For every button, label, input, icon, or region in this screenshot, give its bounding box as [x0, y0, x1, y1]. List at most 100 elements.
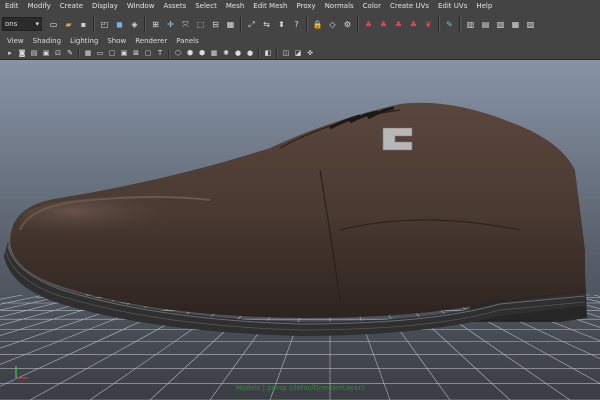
wireframe-icon[interactable]: ⬡ — [174, 49, 183, 58]
panel-menu-shading[interactable]: Shading — [30, 37, 67, 45]
render-settings-icon[interactable]: ♣ — [362, 18, 375, 31]
grid-toggle-icon[interactable]: ▦ — [84, 49, 93, 58]
make-live-icon[interactable]: ⊟ — [209, 18, 222, 31]
attribute-editor-icon[interactable]: ✎ — [443, 18, 456, 31]
menu-create[interactable]: Create — [55, 0, 87, 13]
smooth-shade-icon[interactable]: ⬢ — [186, 49, 195, 58]
panel-menu-view[interactable]: View — [4, 37, 30, 45]
xray-joints-icon[interactable]: ◪ — [294, 49, 303, 58]
menu-modify[interactable]: Modify — [23, 0, 55, 13]
help-line-icon[interactable]: ? — [290, 18, 303, 31]
bookmarks-icon[interactable]: ▤ — [30, 49, 39, 58]
isolate-select-icon[interactable]: ◧ — [264, 49, 273, 58]
new-scene-icon[interactable]: ▭ — [47, 18, 60, 31]
xray-components-icon[interactable]: ✜ — [306, 49, 315, 58]
menu-assets[interactable]: Assets — [158, 0, 190, 13]
status-line-toolbar: ons ▾ ▭ ▰ ▪ ◰ ◼ ◈ ⊞ ✛ ⤧ ⬚ ⊟ ▦ ⤢ ⇆ ⬍? 🔒 ◇ ⚙ ♣ ♣ ♣ ♣ ❦ ✎ ▥ ▤ ▧ ▦ ▨ — [0, 13, 600, 35]
axis-gizmo — [10, 362, 34, 384]
save-scene-icon[interactable]: ▪ — [77, 18, 90, 31]
two-d-pan-zoom-icon[interactable]: ⊡ — [54, 49, 63, 58]
menu-set-value: ons — [5, 20, 18, 28]
z-axis-icon — [11, 377, 17, 383]
toolbar-separator — [276, 48, 278, 58]
tool-settings-icon[interactable]: ▧ — [494, 18, 507, 31]
render-globals-icon[interactable]: ❦ — [422, 18, 435, 31]
gate-mask-icon[interactable]: ▣ — [120, 49, 129, 58]
use-all-lights-icon[interactable]: ✺ — [222, 49, 231, 58]
toolbar-icon-group: ▭ ▰ ▪ ◰ ◼ ◈ ⊞ ✛ ⤧ ⬚ ⊟ ▦ ⤢ ⇆ ⬍? 🔒 ◇ ⚙ ♣ ♣ ♣ ♣ ❦ ✎ ▥ ▤ ▧ ▦ ▨ — [46, 16, 538, 32]
menu-set-select[interactable]: ons ▾ — [2, 17, 42, 31]
select-by-component-icon[interactable]: ◈ — [128, 18, 141, 31]
menu-create-uvs[interactable]: Create UVs — [385, 0, 433, 13]
safe-action-icon[interactable]: ▢ — [144, 49, 153, 58]
safe-title-icon[interactable]: T — [156, 49, 165, 58]
film-gate-icon[interactable]: ▭ — [96, 49, 105, 58]
main-menu-bar: Edit Modify Create Display Window Assets Selec… — [0, 0, 600, 13]
toolbar-separator — [258, 48, 260, 58]
camera-select-icon[interactable]: ▸ — [6, 49, 15, 58]
toolbar-separator — [78, 48, 80, 58]
modeling-toolkit-icon[interactable]: ▨ — [524, 18, 537, 31]
panel-menu-bar: View Shading Lighting Show Renderer Panels — [0, 35, 600, 47]
ipr-render-icon[interactable]: ⚙ — [341, 18, 354, 31]
menu-color[interactable]: Color — [358, 0, 385, 13]
panel-toolbar: ▸ ◙ ▤ ▣ ⊡ ✎ ▦ ▭ ▢ ▣ ⊠ ▢ T ⬡ ⬢ ⬢ ▦ ✺ ● ● ◧ ◫ ◪ ✜ — [0, 47, 600, 60]
wireframe-on-shaded-icon[interactable]: ⬢ — [198, 49, 207, 58]
shadows-icon[interactable]: ● — [234, 49, 243, 58]
toolbar-separator — [93, 16, 95, 32]
ambient-occlusion-icon[interactable]: ● — [246, 49, 255, 58]
panel-menu-panels[interactable]: Panels — [173, 37, 205, 45]
select-by-object-icon[interactable]: ◼ — [113, 18, 126, 31]
snap-curve-icon[interactable]: ✛ — [164, 18, 177, 31]
panel-menu-show[interactable]: Show — [104, 37, 132, 45]
snap-grid-icon[interactable]: ⊞ — [149, 18, 162, 31]
chevron-down-icon: ▾ — [35, 20, 39, 28]
open-scene-icon[interactable]: ▰ — [62, 18, 75, 31]
input-ops-icon[interactable]: ⤢ — [245, 18, 258, 31]
render-view-icon[interactable]: ♣ — [392, 18, 405, 31]
textured-icon[interactable]: ▦ — [210, 49, 219, 58]
toolbar-separator — [240, 16, 242, 32]
menu-edit-mesh[interactable]: Edit Mesh — [248, 0, 291, 13]
render-current-frame-icon[interactable]: 🔒 — [311, 18, 324, 31]
snap-point-icon[interactable]: ⤧ — [179, 18, 192, 31]
layer-editor-icon[interactable]: ▦ — [509, 18, 522, 31]
snap-view-plane-icon[interactable]: ⬚ — [194, 18, 207, 31]
menu-select[interactable]: Select — [190, 0, 221, 13]
channel-box-icon[interactable]: ▤ — [479, 18, 492, 31]
resolution-gate-icon[interactable]: ▢ — [108, 49, 117, 58]
history-icon[interactable]: ▦ — [224, 18, 237, 31]
menu-normals[interactable]: Normals — [320, 0, 358, 13]
xray-icon[interactable]: ◫ — [282, 49, 291, 58]
grease-pencil-icon[interactable]: ✎ — [66, 49, 75, 58]
viewport-scene — [0, 102, 600, 400]
toolbar-separator — [459, 16, 461, 32]
menu-edit[interactable]: Edit — [0, 0, 23, 13]
menu-display[interactable]: Display — [87, 0, 122, 13]
toolbar-separator — [357, 16, 359, 32]
menu-help[interactable]: Help — [471, 0, 496, 13]
toe-sheen — [20, 198, 200, 242]
menu-mesh[interactable]: Mesh — [221, 0, 248, 13]
camera-label: Models | persp (default|renderLayer) — [235, 384, 365, 392]
camera-attributes-icon[interactable]: ◙ — [18, 49, 27, 58]
panel-menu-lighting[interactable]: Lighting — [67, 37, 104, 45]
perspective-viewport[interactable]: Models | persp (default|renderLayer) — [0, 60, 600, 400]
select-by-hierarchy-icon[interactable]: ◰ — [98, 18, 111, 31]
toolbar-separator — [168, 48, 170, 58]
menu-proxy[interactable]: Proxy — [292, 0, 320, 13]
menu-edit-uvs[interactable]: Edit UVs — [433, 0, 471, 13]
toolbar-separator — [438, 16, 440, 32]
hypershade-icon[interactable]: ♣ — [377, 18, 390, 31]
field-chart-icon[interactable]: ⊠ — [132, 49, 141, 58]
toolbar-separator — [144, 16, 146, 32]
toolbar-separator — [306, 16, 308, 32]
construction-history-icon[interactable]: ⬍ — [275, 18, 288, 31]
outliner-icon[interactable]: ▥ — [464, 18, 477, 31]
panel-menu-renderer[interactable]: Renderer — [132, 37, 173, 45]
render-layer-icon[interactable]: ♣ — [407, 18, 420, 31]
render-region-icon[interactable]: ◇ — [326, 18, 339, 31]
output-ops-icon[interactable]: ⇆ — [260, 18, 273, 31]
menu-window[interactable]: Window — [122, 0, 159, 13]
image-plane-icon[interactable]: ▣ — [42, 49, 51, 58]
